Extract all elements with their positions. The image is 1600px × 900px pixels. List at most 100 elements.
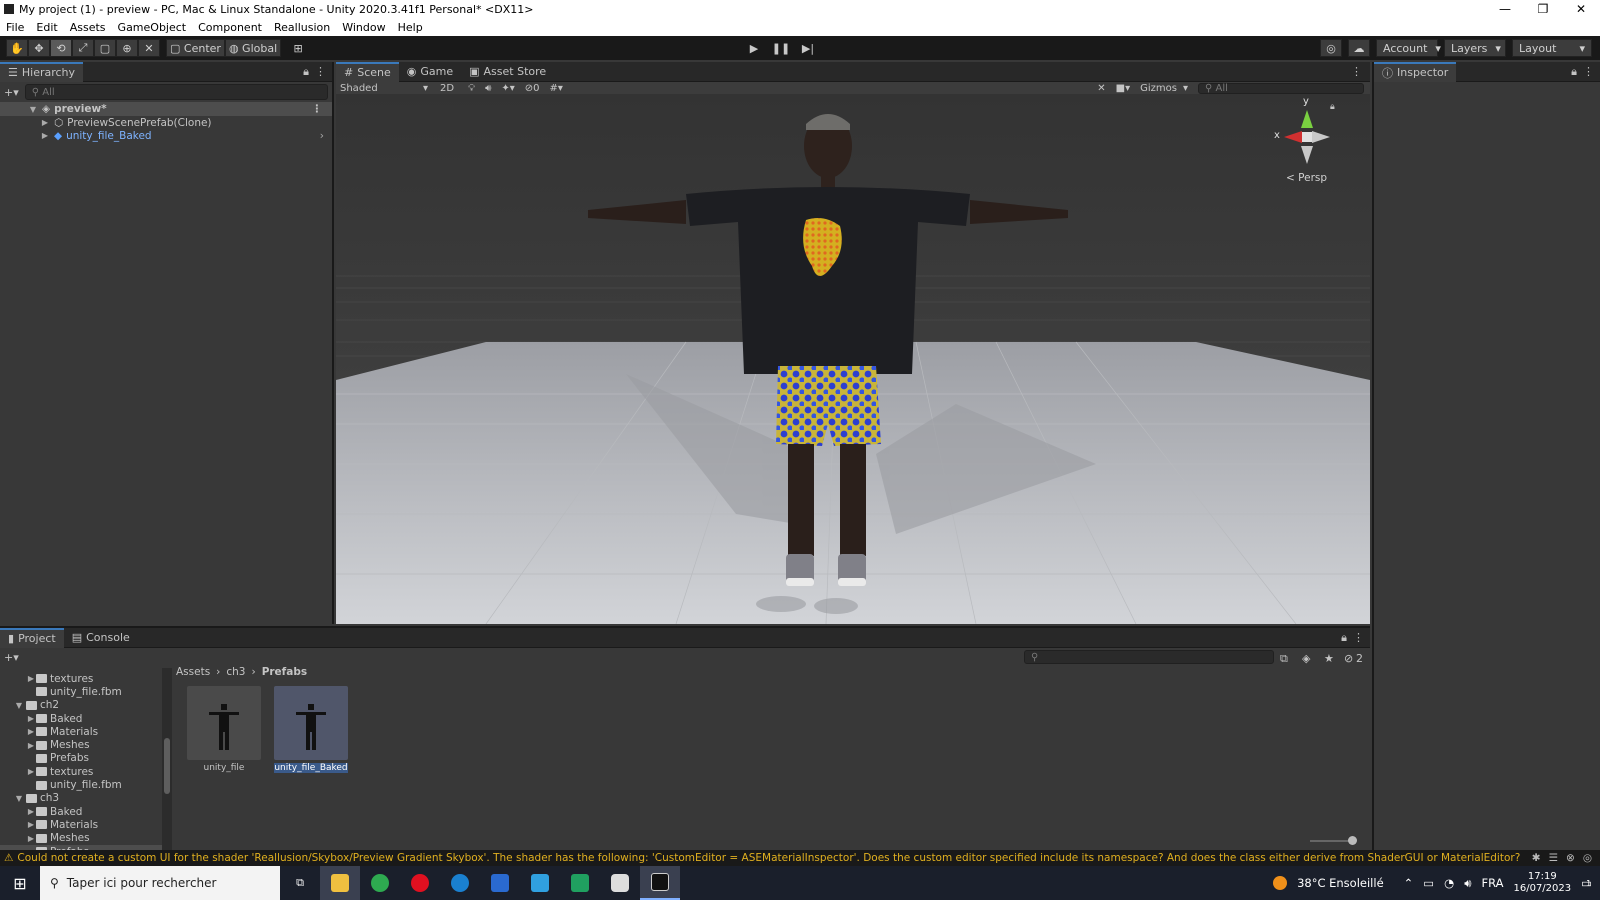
- transform-tool-icon[interactable]: ⊕: [116, 39, 138, 57]
- custom-tool-icon[interactable]: ✕: [138, 39, 160, 57]
- play-icon[interactable]: ▶: [742, 39, 766, 57]
- grid-toggle-icon[interactable]: #▾: [550, 83, 563, 94]
- collab-icon[interactable]: ◎: [1320, 39, 1342, 57]
- folder-tree-item[interactable]: ▶ Baked: [0, 712, 164, 725]
- opera-icon[interactable]: [400, 866, 440, 900]
- asset-item-selected[interactable]: unity_file_Baked: [274, 686, 348, 773]
- menu-help[interactable]: Help: [392, 21, 429, 34]
- cache-icon[interactable]: ☰: [1549, 852, 1558, 864]
- folder-tree-item[interactable]: ▶ Meshes: [0, 738, 164, 751]
- move-tool-icon[interactable]: ✥: [28, 39, 50, 57]
- folder-tree-item[interactable]: unity_file.fbm: [0, 685, 164, 698]
- hierarchy-search-input[interactable]: ⚲ All: [24, 84, 328, 100]
- step-icon[interactable]: ▶|: [796, 39, 820, 57]
- start-button[interactable]: ⊞: [0, 866, 40, 900]
- menu-edit[interactable]: Edit: [30, 21, 63, 34]
- folder-tree-item[interactable]: ▶ textures: [0, 765, 164, 778]
- expand-icon[interactable]: ▼: [14, 794, 24, 803]
- hand-tool-icon[interactable]: ✋: [6, 39, 28, 57]
- breadcrumb-prefabs[interactable]: Prefabs: [262, 666, 307, 678]
- lock-icon[interactable]: 🔒︎: [1571, 65, 1577, 79]
- task-view-icon[interactable]: ⧉: [280, 866, 320, 900]
- project-search-input[interactable]: ⚲: [1024, 650, 1274, 664]
- language-indicator[interactable]: FRA: [1481, 876, 1503, 890]
- favorite-icon[interactable]: ★: [1324, 652, 1334, 665]
- close-icon[interactable]: ✕: [1562, 0, 1600, 18]
- mode-2d-button[interactable]: 2D: [440, 83, 454, 94]
- camera-icon[interactable]: ■▾: [1116, 83, 1130, 94]
- filter-type-icon[interactable]: ⧉: [1280, 652, 1288, 666]
- asset-item[interactable]: unity_file: [187, 686, 261, 773]
- unity-editor-icon[interactable]: [640, 866, 680, 900]
- pivot-center-button[interactable]: ▢ Center: [166, 39, 225, 57]
- tab-asset-store[interactable]: ▣ Asset Store: [461, 62, 554, 82]
- weather-text[interactable]: 38°C Ensoleillé: [1297, 876, 1384, 890]
- breadcrumb-assets[interactable]: Assets: [176, 666, 210, 678]
- projection-toggle[interactable]: < Persp: [1286, 172, 1327, 184]
- tree-scrollbar[interactable]: [162, 668, 172, 852]
- effects-icon[interactable]: ✦▾: [501, 83, 514, 94]
- more-icon[interactable]: ⋮: [1353, 631, 1364, 644]
- progress-icon[interactable]: ◎: [1583, 852, 1592, 864]
- menu-gameobject[interactable]: GameObject: [112, 21, 193, 34]
- rect-tool-icon[interactable]: ▢: [94, 39, 116, 57]
- folder-tree-item[interactable]: Prefabs: [0, 752, 164, 765]
- collapse-icon[interactable]: ▶: [26, 714, 36, 723]
- account-dropdown[interactable]: Account ▾: [1376, 39, 1441, 57]
- collapse-icon[interactable]: ▶: [26, 767, 36, 776]
- scale-tool-icon[interactable]: ⤢: [72, 39, 94, 57]
- filter-label-icon[interactable]: ◈: [1302, 652, 1310, 665]
- grid-snap-icon[interactable]: ⊞: [287, 39, 310, 57]
- hidden-packages-icon[interactable]: ⊘: [1344, 652, 1353, 665]
- lock-icon[interactable]: 🔒︎: [1341, 631, 1347, 645]
- audio-icon[interactable]: 🔊︎: [485, 83, 491, 94]
- menu-reallusion[interactable]: Reallusion: [268, 21, 336, 34]
- cloud-icon[interactable]: ☁: [1348, 39, 1370, 57]
- menu-window[interactable]: Window: [336, 21, 391, 34]
- file-explorer-icon[interactable]: [320, 866, 360, 900]
- zoom-slider[interactable]: [1310, 836, 1357, 845]
- folder-tree-item[interactable]: ▼ ch2: [0, 699, 164, 712]
- tray-chevron-icon[interactable]: ⌃: [1404, 876, 1414, 890]
- lock-icon[interactable]: 🔒︎: [1330, 102, 1335, 112]
- hierarchy-item[interactable]: ▶ ◆ unity_file_Baked ›: [0, 129, 332, 142]
- notification-icon[interactable]: ▭ 1: [1581, 876, 1592, 890]
- lighting-icon[interactable]: 💡︎: [468, 83, 475, 94]
- tab-inspector[interactable]: ⓘ Inspector: [1374, 61, 1457, 82]
- folder-tree-item[interactable]: ▼ ch3: [0, 792, 164, 805]
- cc-app-icon[interactable]: [440, 866, 480, 900]
- layout-dropdown[interactable]: Layout ▾: [1512, 39, 1592, 57]
- hierarchy-item[interactable]: ▶ ⬡ PreviewScenePrefab(Clone): [0, 116, 332, 129]
- chevron-right-icon[interactable]: ›: [320, 130, 324, 142]
- taskbar-search-input[interactable]: ⚲ Taper ici pour rechercher: [40, 866, 280, 900]
- restore-icon[interactable]: ❐: [1524, 0, 1562, 18]
- collapse-icon[interactable]: ▶: [26, 820, 36, 829]
- more-icon[interactable]: ⋮: [315, 65, 326, 78]
- scrollbar-thumb[interactable]: [164, 738, 170, 794]
- collapse-icon[interactable]: ▶: [26, 741, 36, 750]
- folder-tree-item[interactable]: ▶ Materials: [0, 725, 164, 738]
- menu-assets[interactable]: Assets: [64, 21, 112, 34]
- meet-icon[interactable]: ▭: [1423, 876, 1434, 890]
- more-icon[interactable]: ⋮: [1351, 65, 1362, 78]
- autogen-icon[interactable]: ⊗: [1566, 852, 1575, 864]
- layers-dropdown[interactable]: Layers ▾: [1444, 39, 1506, 57]
- folder-tree-item[interactable]: ▶ Materials: [0, 818, 164, 831]
- more-icon[interactable]: ⋮: [312, 103, 323, 115]
- unity-hub-icon[interactable]: [600, 866, 640, 900]
- lock-icon[interactable]: 🔒︎: [303, 65, 309, 79]
- menu-file[interactable]: File: [0, 21, 30, 34]
- folder-tree-item[interactable]: ▶ Meshes: [0, 832, 164, 845]
- status-bar[interactable]: ⚠ Could not create a custom UI for the s…: [0, 850, 1600, 866]
- m-app-icon[interactable]: [520, 866, 560, 900]
- add-icon[interactable]: +▾: [4, 86, 19, 99]
- tab-scene[interactable]: # Scene: [336, 61, 399, 82]
- breadcrumb-ch3[interactable]: ch3: [226, 666, 245, 678]
- wifi-icon[interactable]: ◔: [1444, 876, 1454, 890]
- folder-tree-item[interactable]: ▶ Baked: [0, 805, 164, 818]
- rotate-tool-icon[interactable]: ⟲: [50, 39, 72, 57]
- scene-search-input[interactable]: ⚲ All: [1198, 82, 1364, 94]
- scene-viewport[interactable]: y x 🔒︎ < Persp: [336, 94, 1370, 624]
- m-green-icon[interactable]: [560, 866, 600, 900]
- zoom-slider-thumb[interactable]: [1348, 836, 1357, 845]
